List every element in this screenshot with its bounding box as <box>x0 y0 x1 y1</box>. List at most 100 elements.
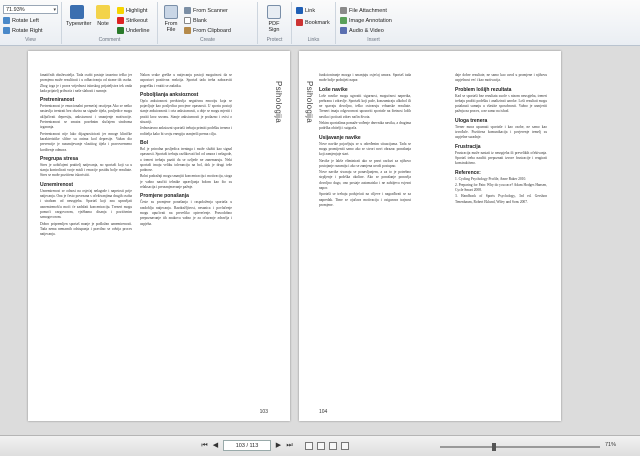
strikeout-button[interactable]: Strikeout <box>117 17 148 24</box>
running-title: Psihologija <box>274 81 283 123</box>
body-paragraph: Nakon svake greške u natjecanju postoji … <box>140 73 232 88</box>
audio-video-label: Audio & Video <box>349 27 384 34</box>
body-paragraph: Opća anksioznost predstavlja negativnu e… <box>140 98 232 125</box>
bookmark-button[interactable]: Bookmark <box>296 19 330 26</box>
continuous-view-icon[interactable] <box>317 442 325 450</box>
file-icon <box>164 5 178 19</box>
rotate-left-button[interactable]: Rotate Left <box>3 17 39 24</box>
body-paragraph: 2. Preparing for Pain: Why do you race? … <box>455 182 547 193</box>
body-paragraph: funkcioniranje mozga i smanjuju osjećaj … <box>319 73 411 83</box>
page-column-left-1: fanatičnih obožavatelja. Tada osobi post… <box>40 73 132 238</box>
continuous-facing-view-icon[interactable] <box>341 442 349 450</box>
group-label-comment: Comment <box>98 37 121 43</box>
section-heading: Reference: <box>455 169 481 176</box>
note-button[interactable]: Note <box>92 5 114 27</box>
group-label-insert: Insert <box>367 37 380 43</box>
file-attachment-button[interactable]: File Attachment <box>340 7 387 14</box>
previous-page-button[interactable]: ◀ <box>211 441 220 450</box>
facing-view-icon[interactable] <box>329 442 337 450</box>
body-paragraph: Nove navike stvaraju se ponavljanjem, a … <box>319 170 411 191</box>
page-number-input[interactable]: 103 / 113 <box>223 440 271 451</box>
zoom-slider[interactable] <box>440 443 600 451</box>
body-paragraph: Nove navike pojavljuju se u određenim si… <box>319 141 411 157</box>
section-heading: Frustracija <box>455 143 481 150</box>
group-label-links: Links <box>307 37 320 43</box>
blank-label: Blank <box>193 17 207 24</box>
blank-page-icon <box>184 17 191 24</box>
note-icon <box>96 5 110 19</box>
strikeout-icon <box>117 17 124 24</box>
blank-button[interactable]: Blank <box>184 17 207 24</box>
from-scanner-label: From Scanner <box>193 7 228 14</box>
section-heading: Usijavanje navike <box>319 134 361 141</box>
typewriter-icon <box>70 5 84 19</box>
first-page-button[interactable]: ⏮ <box>200 441 209 450</box>
ribbon-group-insert: File Attachment Image Annotation Audio &… <box>336 2 411 44</box>
pdf-sign-icon <box>267 5 281 19</box>
rotate-right-label: Rotate Right <box>12 27 43 34</box>
link-button[interactable]: Link <box>296 7 315 14</box>
audio-video-button[interactable]: Audio & Video <box>340 27 384 34</box>
from-scanner-button[interactable]: From Scanner <box>184 7 228 14</box>
image-annotation-label: Image Annotation <box>349 17 392 24</box>
body-paragraph: Pretreniranost je emocionalni premećaj r… <box>40 104 132 130</box>
section-heading: Problem lošijh rezultata <box>455 86 512 93</box>
section-heading: Bol <box>140 139 149 146</box>
body-paragraph: Trener mora upoznati sportaše i kao osob… <box>455 124 547 140</box>
typewriter-button[interactable]: Typewriter <box>66 5 91 27</box>
last-page-button[interactable]: ⏭ <box>285 441 294 450</box>
ribbon-group-create: From File From Scanner Blank From Clipbo… <box>158 2 258 44</box>
scanner-icon <box>184 7 191 14</box>
clipboard-icon <box>184 27 191 34</box>
next-page-button[interactable]: ▶ <box>274 441 283 450</box>
document-page-104: Psihologija funkcioniranje mozga i smanj… <box>299 51 561 421</box>
underline-button[interactable]: Underline <box>117 27 150 34</box>
link-label: Link <box>305 7 316 14</box>
body-paragraph: Bolni podražaji mogu smanjiti koncentrac… <box>140 174 232 190</box>
section-heading: Poboljšanja anksioznost <box>140 91 199 98</box>
document-viewer[interactable]: fanatičnih obožavatelja. Tada osobi post… <box>0 46 640 435</box>
ribbon-group-protect: PDF Sign Protect <box>258 2 292 44</box>
section-heading: Loše navike <box>319 86 348 93</box>
body-paragraph: Kad se sportaši bez rezultata suoče s ni… <box>455 93 547 114</box>
body-paragraph: Pretreniranost nije lako dijagnosticirat… <box>40 131 132 152</box>
section-heading: Uznemirenost <box>40 181 74 188</box>
ribbon-group-links: Link Bookmark Links <box>292 2 336 44</box>
body-paragraph: 3. Handbook of Sports Psychology, 3rd ed… <box>455 194 547 204</box>
zoom-slider-thumb[interactable] <box>492 443 496 451</box>
paperclip-icon <box>340 7 347 14</box>
file-attachment-label: File Attachment <box>349 7 387 14</box>
underline-label: Underline <box>126 27 150 34</box>
body-paragraph: Loše navike mogu ugroziti sigurnost, mog… <box>319 93 411 119</box>
page-column-left-2: Nakon svake greške u natjecanju postoji … <box>140 73 232 228</box>
zoom-select[interactable]: 71.93% ▾ <box>3 5 58 14</box>
body-paragraph: Navike je lakše eliminirati ako se pravi… <box>319 158 411 168</box>
page-number: 103 <box>259 409 268 415</box>
chevron-down-icon: ▾ <box>53 7 56 13</box>
single-page-view-icon[interactable] <box>305 442 313 450</box>
status-bar: ⏮ ◀ 103 / 113 ▶ ⏭ 71% <box>0 435 640 456</box>
pdf-sign-button[interactable]: PDF Sign <box>263 5 285 33</box>
rotate-right-button[interactable]: Rotate Right <box>3 27 43 34</box>
strikeout-label: Strikeout <box>126 17 148 24</box>
body-paragraph: Stres je uobičajeni pratitelj natjecanja… <box>40 162 132 178</box>
section-heading: Pregrupa stresa <box>40 155 79 162</box>
from-file-button[interactable]: From File <box>160 5 182 33</box>
audio-video-icon <box>340 27 347 34</box>
image-annotation-button[interactable]: Image Annotation <box>340 17 392 24</box>
body-paragraph: Bol je prirodna posljedica treninga i mo… <box>140 146 232 173</box>
highlight-icon <box>117 7 124 14</box>
from-file-label: From File <box>164 21 178 33</box>
from-clipboard-button[interactable]: From Clipboard <box>184 27 231 34</box>
ribbon-toolbar: 71.93% ▾ Rotate Left Rotate Right View T… <box>0 0 640 46</box>
body-paragraph: Uznemirenost se odnosi na osjećaj nelago… <box>40 188 132 220</box>
zoom-value: 71.93% <box>6 6 25 13</box>
body-paragraph: Česte su promjene ponašanja i raspoložen… <box>140 200 232 226</box>
page-column-right-2: daje dobre rezultate, ne samo kao uvod u… <box>455 73 547 206</box>
pdf-sign-label: PDF Sign <box>268 21 280 33</box>
highlight-button[interactable]: Highlight <box>117 7 147 14</box>
body-paragraph: daje dobre rezultate, ne samo kao uvod u… <box>455 73 547 83</box>
body-paragraph: Sportaši se trebaju podsjećati na ciljev… <box>319 192 411 207</box>
rotate-right-icon <box>3 27 10 34</box>
image-icon <box>340 17 347 24</box>
